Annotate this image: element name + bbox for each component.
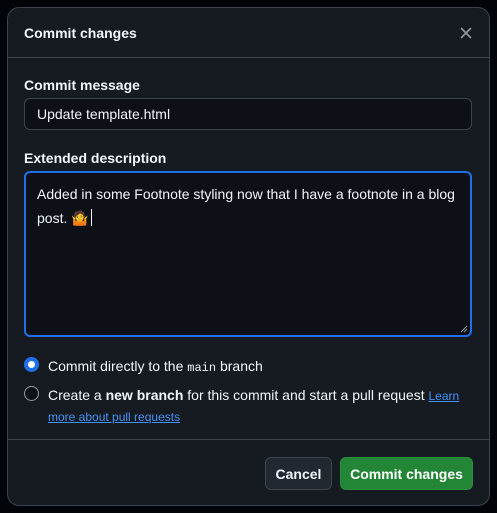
close-button[interactable] [455, 22, 477, 44]
radio-new-branch-label: Create a new branch for this commit and … [48, 387, 460, 424]
radio-commit-directly-label: Commit directly to the main branch [48, 358, 263, 375]
dialog-header: Commit changes [8, 8, 489, 58]
extended-description-textarea[interactable]: Added in some Footnote styling now that … [24, 171, 472, 337]
cancel-button[interactable]: Cancel [265, 457, 332, 490]
radio-new-branch[interactable]: Create a new branch for this commit and … [24, 385, 468, 427]
dialog-title: Commit changes [24, 25, 137, 41]
extended-description-text: Added in some Footnote styling now that … [37, 186, 455, 226]
commit-message-label: Commit message [24, 77, 140, 93]
commit-dialog: Commit changes Commit message Update tem… [7, 7, 490, 506]
text-caret [90, 209, 92, 226]
commit-changes-button[interactable]: Commit changes [340, 457, 473, 490]
close-icon [460, 27, 472, 39]
extended-description-label: Extended description [24, 150, 167, 166]
radio-commit-directly[interactable]: Commit directly to the main branch [24, 356, 468, 378]
radio-checked-icon[interactable] [24, 357, 39, 372]
footer-divider [8, 439, 489, 440]
commit-message-input[interactable]: Update template.html [24, 98, 472, 130]
resize-handle-icon[interactable] [460, 325, 468, 333]
radio-unchecked-icon[interactable] [24, 386, 39, 401]
branch-name: main [187, 361, 217, 375]
